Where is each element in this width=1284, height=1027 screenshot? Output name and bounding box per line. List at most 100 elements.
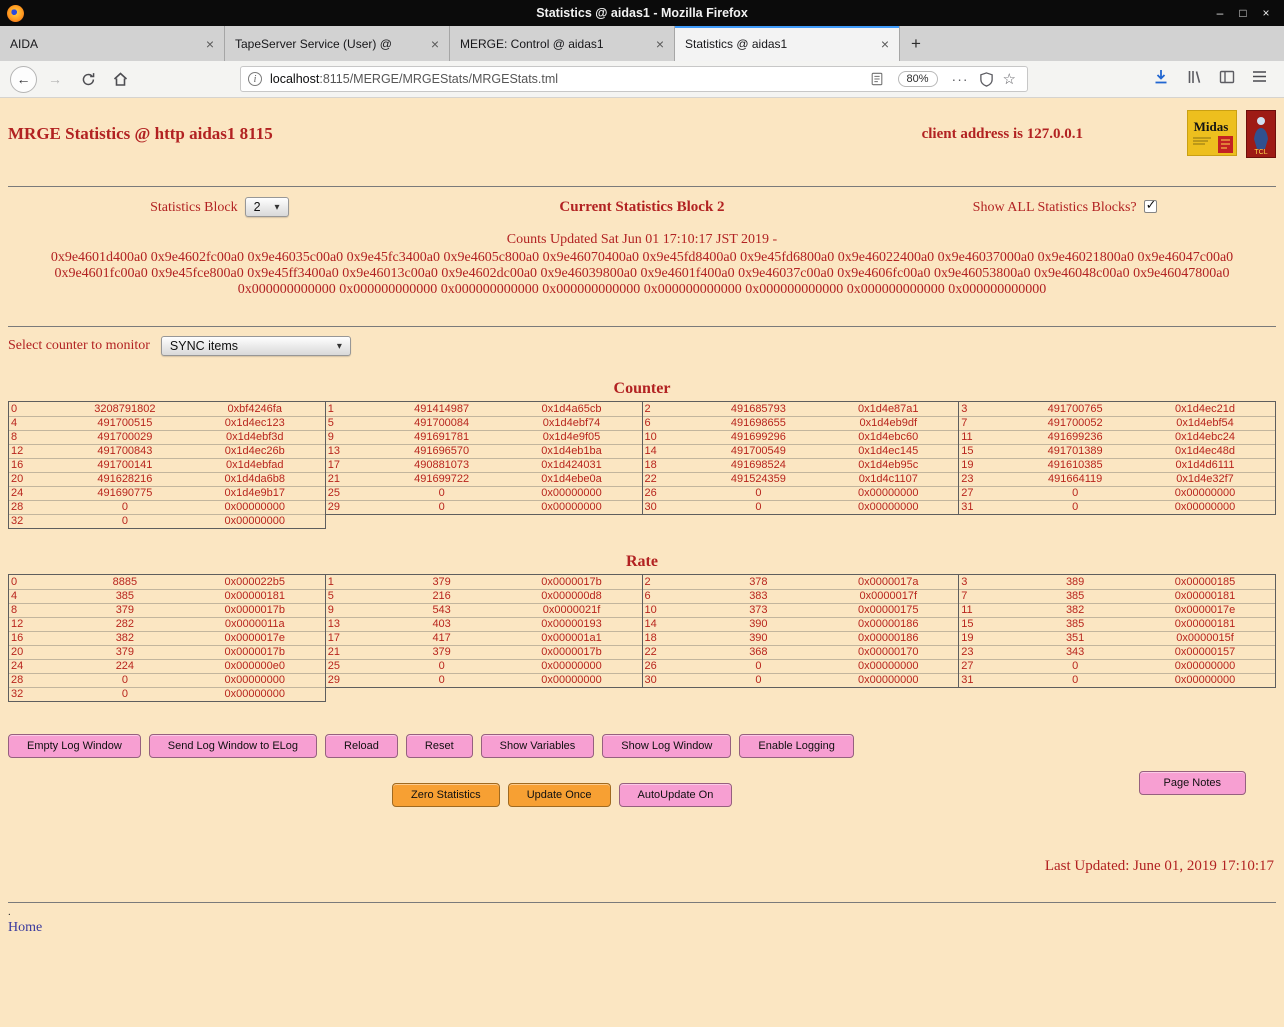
stat-hex: 0x00000000 bbox=[1174, 660, 1236, 672]
stat-index: 16 bbox=[11, 632, 24, 644]
stat-value: 383 bbox=[749, 590, 768, 602]
stat-hex: 0x1d4c1107 bbox=[858, 473, 918, 485]
site-info-icon[interactable]: i bbox=[248, 72, 262, 86]
zero-statistics-button[interactable]: Zero Statistics bbox=[392, 783, 500, 807]
tab-merge-control-aidas1[interactable]: MERGE: Control @ aidas1 × bbox=[450, 26, 675, 61]
stat-value: 491664119 bbox=[1048, 473, 1103, 485]
stat-hex: 0x1d4e87a1 bbox=[857, 402, 919, 415]
tab-statistics-aidas1[interactable]: Statistics @ aidas1 × bbox=[675, 26, 900, 61]
page-actions-icon[interactable]: ··· bbox=[952, 71, 969, 87]
stat-hex: 0x00000181 bbox=[1174, 590, 1236, 602]
stat-value: 491691781 bbox=[414, 431, 470, 443]
stat-index: 9 bbox=[327, 431, 334, 443]
show-all-checkbox[interactable]: ✓ bbox=[1143, 197, 1157, 213]
counter-monitor-select-value: SYNC items bbox=[169, 339, 238, 353]
stat-row: 18 390 0x00000186 bbox=[642, 631, 959, 645]
forward-button[interactable]: → bbox=[42, 71, 68, 87]
stat-hex: 0x00000193 bbox=[541, 618, 602, 630]
stat-index: 22 bbox=[644, 473, 657, 485]
close-button[interactable]: × bbox=[1256, 6, 1276, 20]
back-button[interactable]: ← bbox=[10, 65, 37, 93]
stat-value: 403 bbox=[432, 618, 451, 630]
firefox-icon bbox=[7, 4, 24, 22]
send-log-window-to-elog-button[interactable]: Send Log Window to ELog bbox=[148, 734, 318, 758]
stat-value: 543 bbox=[432, 604, 451, 616]
maximize-button[interactable]: □ bbox=[1233, 6, 1253, 20]
stat-value: 379 bbox=[115, 604, 135, 616]
stat-index: 12 bbox=[11, 445, 24, 457]
pocket-shield-icon[interactable] bbox=[979, 71, 994, 87]
downloads-icon[interactable] bbox=[1153, 69, 1169, 90]
stat-hex: 0x0000017e bbox=[224, 632, 286, 644]
reader-mode-icon[interactable] bbox=[870, 72, 884, 86]
autoupdate-on-button[interactable]: AutoUpdate On bbox=[618, 783, 733, 807]
stat-row: 32 0 0x00000000 bbox=[9, 687, 325, 701]
stat-hex: 0x0000017b bbox=[541, 575, 602, 588]
stat-row: 0 3208791802 0xbf4246fa bbox=[9, 402, 325, 416]
stat-row: 15 491701389 0x1d4ec48d bbox=[959, 444, 1275, 458]
tab-close-icon[interactable]: × bbox=[881, 36, 889, 52]
stat-hex: 0x00000181 bbox=[1174, 618, 1236, 630]
home-link[interactable]: Home bbox=[8, 920, 42, 936]
zoom-level-button[interactable]: 80% bbox=[897, 71, 938, 87]
stats-block-select[interactable]: 2 ▾ bbox=[244, 197, 289, 217]
counter-table: 0 3208791802 0xbf4246fa 4 491700515 0x1d4ec12… bbox=[8, 401, 1276, 529]
stat-index: 18 bbox=[644, 632, 657, 644]
minimize-button[interactable]: – bbox=[1210, 6, 1230, 20]
enable-logging-button[interactable]: Enable Logging bbox=[739, 734, 854, 758]
stats-block-row: Statistics Block 2 ▾ Current Statistics Bl… bbox=[8, 197, 1276, 217]
stat-hex: 0x00000000 bbox=[541, 660, 602, 672]
library-icon[interactable] bbox=[1186, 69, 1202, 90]
tab-close-icon[interactable]: × bbox=[206, 36, 214, 52]
empty-log-window-button[interactable]: Empty Log Window bbox=[8, 734, 141, 758]
url-text[interactable]: localhost:8115/MERGE/MRGEStats/MRGEStats… bbox=[270, 72, 865, 86]
stat-value: 0 bbox=[438, 660, 445, 672]
menu-hamburger-icon[interactable] bbox=[1252, 70, 1267, 88]
page-notes-button[interactable]: Page Notes bbox=[1138, 771, 1246, 795]
stat-row: 32 0 0x00000000 bbox=[9, 514, 325, 528]
home-icon[interactable] bbox=[108, 71, 132, 87]
stat-index: 23 bbox=[961, 646, 974, 658]
tab-label: TapeServer Service (User) @ bbox=[235, 36, 392, 51]
tab-close-icon[interactable]: × bbox=[431, 36, 439, 52]
reload-button[interactable]: Reload bbox=[325, 734, 398, 758]
update-buttons-group: Zero Statistics Update Once AutoUpdate On bbox=[392, 783, 733, 807]
stat-value: 0 bbox=[438, 501, 445, 513]
stat-value: 491628216 bbox=[97, 473, 153, 485]
stat-index: 30 bbox=[644, 501, 657, 513]
tab-close-icon[interactable]: × bbox=[656, 36, 664, 52]
stat-index: 1 bbox=[327, 575, 334, 588]
counter-monitor-select[interactable]: SYNC items ▾ bbox=[160, 336, 351, 356]
stat-row: 27 0 0x00000000 bbox=[959, 486, 1275, 500]
reset-button[interactable]: Reset bbox=[405, 734, 473, 758]
stat-hex: 0x00000000 bbox=[857, 487, 919, 499]
stat-row: 5 216 0x000000d8 bbox=[325, 589, 642, 603]
stat-row: 2 491685793 0x1d4e87a1 bbox=[643, 402, 959, 416]
stat-row: 14 491700549 0x1d4ec145 bbox=[642, 444, 959, 458]
stat-hex: 0x00000000 bbox=[857, 501, 919, 513]
stats-block-cell: Statistics Block 2 ▾ bbox=[8, 197, 431, 217]
tab-tapeserver-service-user[interactable]: TapeServer Service (User) @ × bbox=[225, 26, 450, 61]
bookmark-star-icon[interactable]: ☆ bbox=[1003, 70, 1016, 88]
url-bar[interactable]: i localhost:8115/MERGE/MRGEStats/MRGESta… bbox=[240, 66, 1028, 92]
reload-icon[interactable] bbox=[76, 72, 100, 87]
stat-column: 3 389 0x00000185 7 385 0x00000181 11 382 0x00000… bbox=[958, 574, 1276, 688]
stat-hex: 0x0000017f bbox=[859, 590, 918, 602]
stat-index: 20 bbox=[11, 646, 24, 658]
tab-aida[interactable]: AIDA × bbox=[0, 26, 225, 61]
stats-block-label: Statistics Block bbox=[150, 200, 238, 216]
stat-value: 0 bbox=[121, 501, 128, 513]
stat-index: 32 bbox=[11, 515, 24, 527]
update-once-button[interactable]: Update Once bbox=[507, 783, 611, 807]
stat-value: 379 bbox=[115, 646, 135, 658]
show-variables-button[interactable]: Show Variables bbox=[480, 734, 595, 758]
stat-row: 24 224 0x000000e0 bbox=[9, 659, 325, 673]
stat-value: 3208791802 bbox=[94, 402, 156, 415]
stat-index: 19 bbox=[961, 459, 974, 471]
new-tab-button[interactable]: + bbox=[900, 26, 932, 61]
sidebar-icon[interactable] bbox=[1219, 69, 1235, 90]
client-address-text: client address is 127.0.0.1 bbox=[921, 125, 1083, 142]
url-path: :8115/MERGE/MRGEStats/MRGEStats.tml bbox=[319, 72, 559, 86]
show-log-window-button[interactable]: Show Log Window bbox=[602, 734, 732, 758]
stat-index: 26 bbox=[644, 487, 657, 499]
